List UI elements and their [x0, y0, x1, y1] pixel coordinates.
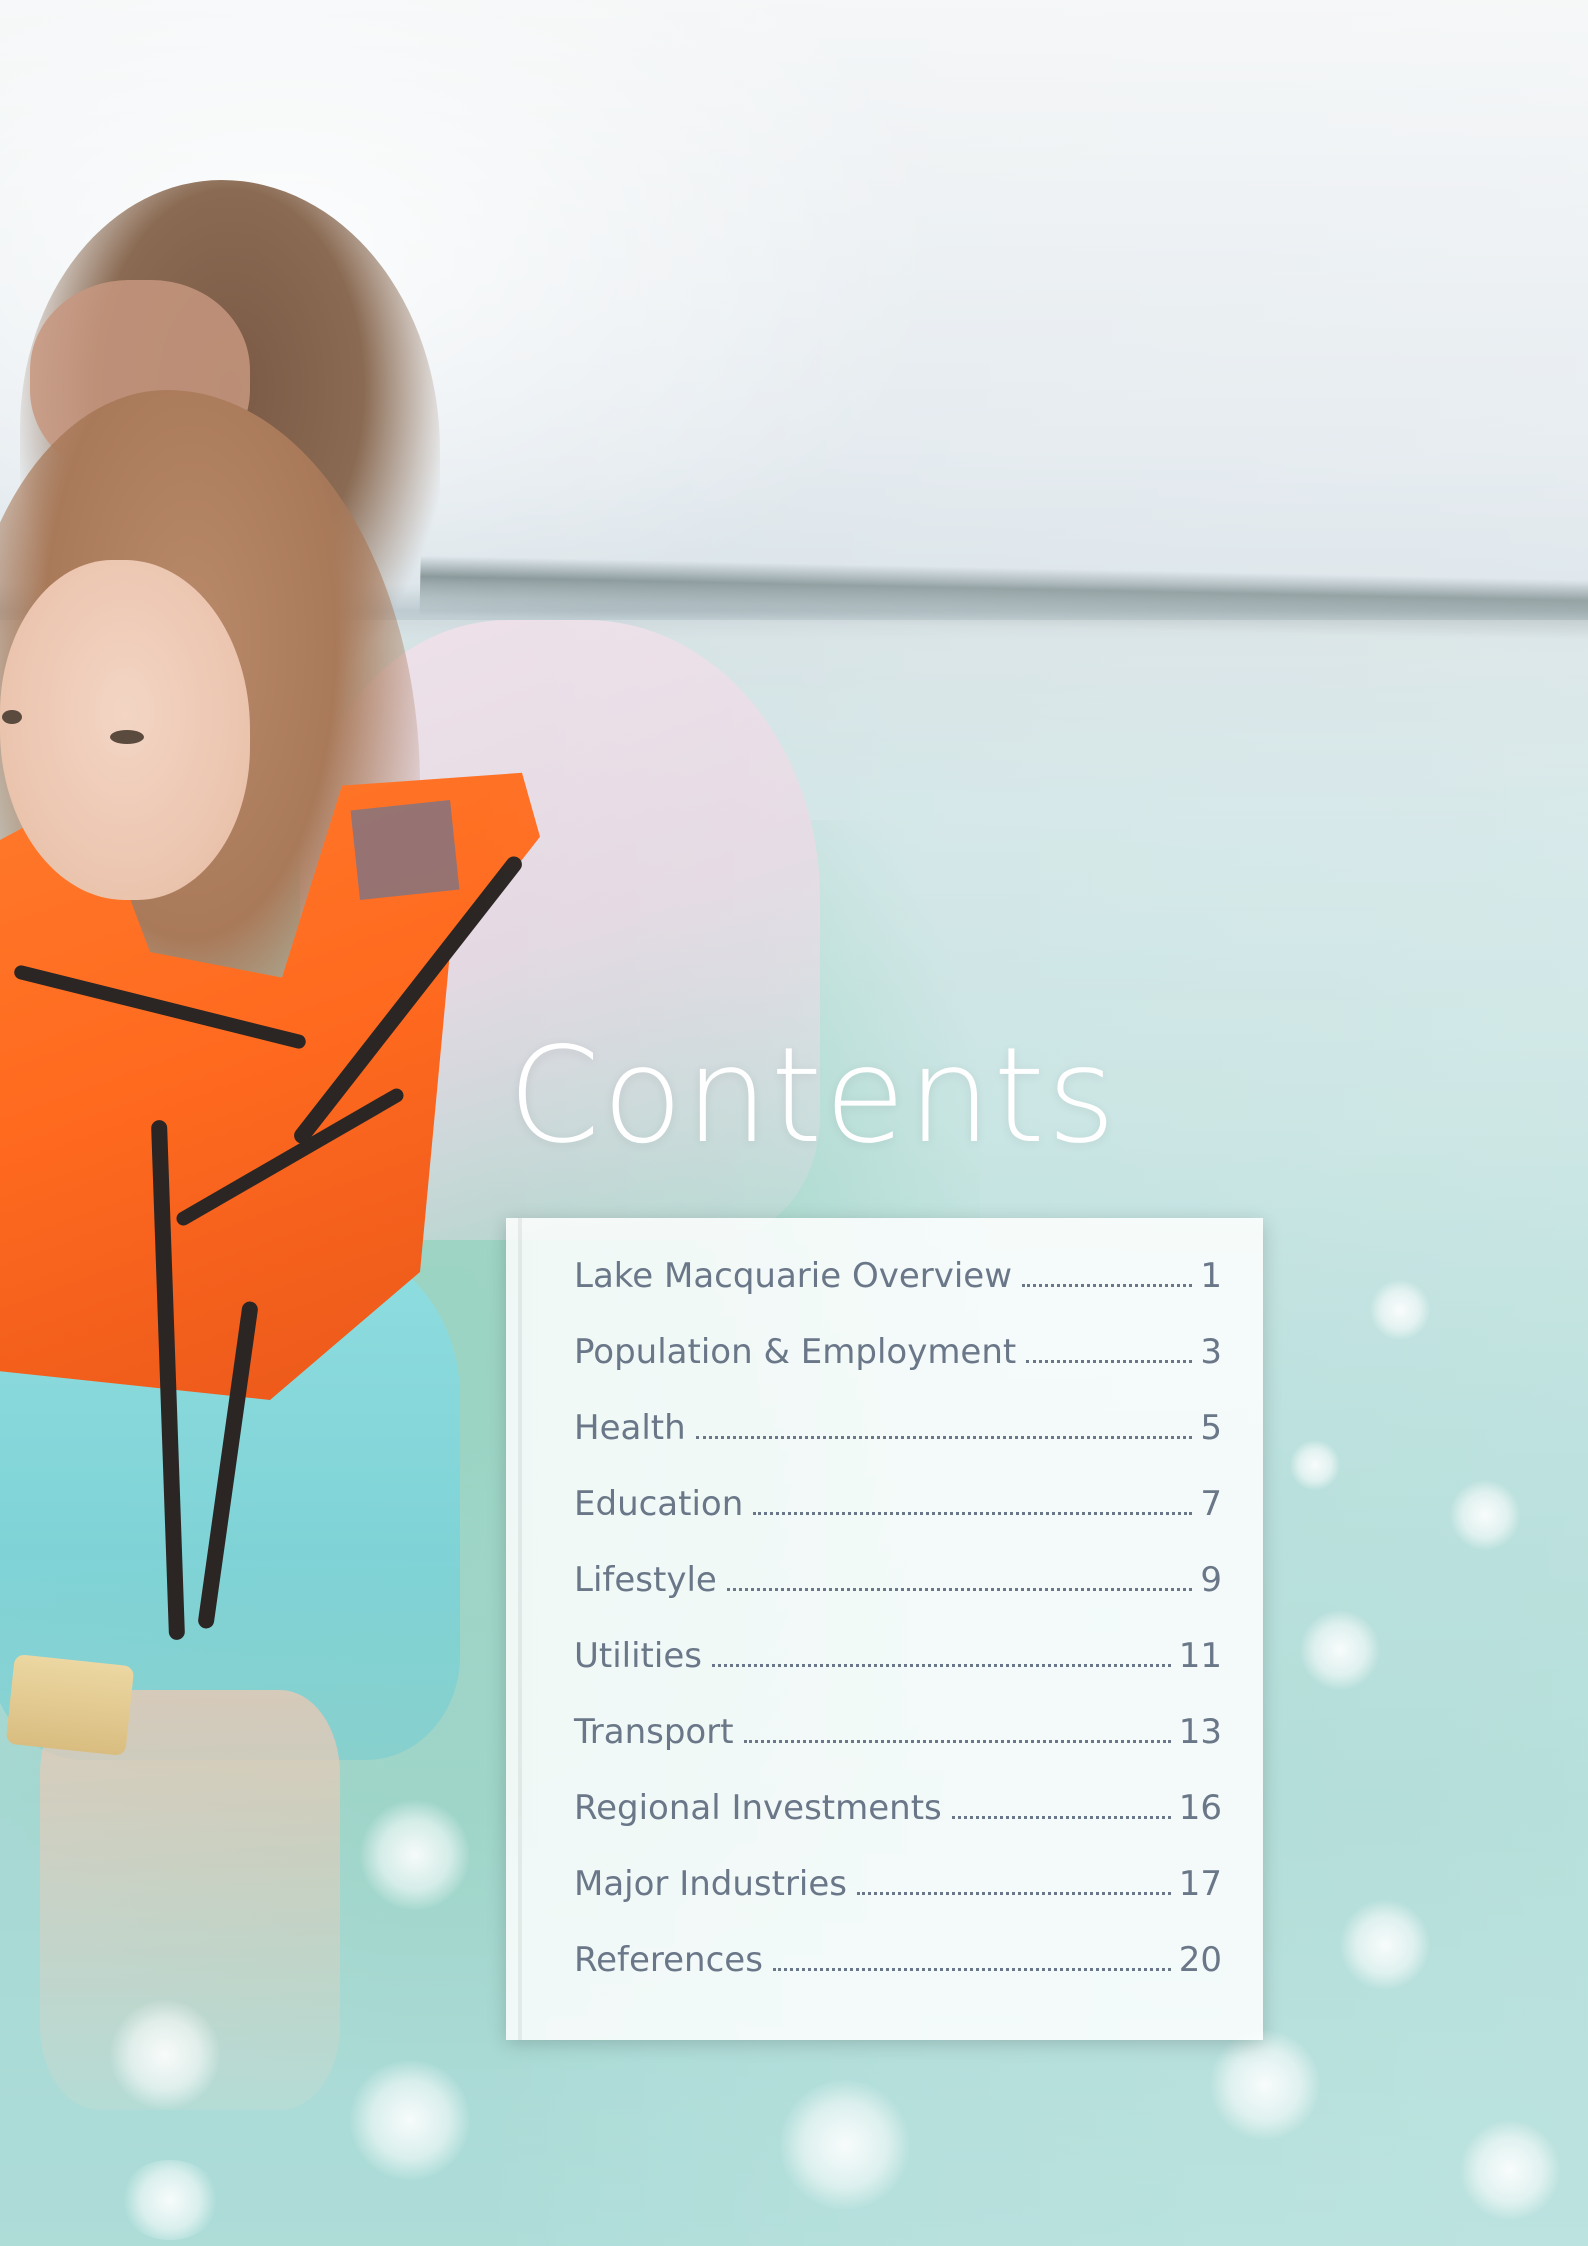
toc-entry-label: Lifestyle	[574, 1560, 717, 1600]
toc-leader-dots	[951, 1816, 1171, 1819]
toc-entry-page: 17	[1178, 1864, 1222, 1904]
toc-entry-label: Transport	[574, 1712, 734, 1752]
toc-entry-label: Utilities	[574, 1636, 702, 1676]
toc-leader-dots	[726, 1588, 1193, 1591]
page-title: Contents	[508, 1019, 1118, 1173]
toc-entry[interactable]: Major Industries 17	[574, 1864, 1222, 1940]
toc-entry[interactable]: Population & Employment 3	[574, 1332, 1222, 1408]
toc-leader-dots	[772, 1968, 1171, 1971]
toc-entry[interactable]: Education 7	[574, 1484, 1222, 1560]
toc-leader-dots	[1026, 1360, 1193, 1363]
toc-entry-label: Major Industries	[574, 1864, 848, 1904]
toc-leader-dots	[695, 1436, 1193, 1439]
toc-list: Lake Macquarie Overview 1 Population & E…	[574, 1256, 1222, 2016]
toc-entry[interactable]: Health 5	[574, 1408, 1222, 1484]
toc-entry[interactable]: Lifestyle 9	[574, 1560, 1222, 1636]
toc-entry-label: References	[574, 1940, 763, 1980]
toc-entry-label: Lake Macquarie Overview	[574, 1256, 1013, 1296]
toc-entry-label: Regional Investments	[574, 1788, 942, 1828]
toc-entry-page: 16	[1178, 1788, 1222, 1828]
toc-entry-page: 11	[1178, 1636, 1222, 1676]
toc-entry-page: 13	[1178, 1712, 1222, 1752]
toc-leader-dots	[711, 1664, 1171, 1667]
toc-entry-page: 5	[1200, 1408, 1222, 1448]
toc-entry-label: Health	[574, 1408, 686, 1448]
toc-entry[interactable]: References 20	[574, 1940, 1222, 2016]
toc-entry[interactable]: Lake Macquarie Overview 1	[574, 1256, 1222, 1332]
toc-entry-page: 3	[1200, 1332, 1222, 1372]
toc-entry-page: 1	[1200, 1256, 1222, 1296]
toc-entry-page: 7	[1200, 1484, 1222, 1524]
toc-entry-label: Population & Employment	[574, 1332, 1017, 1372]
toc-leader-dots	[743, 1740, 1171, 1743]
toc-leader-dots	[1022, 1284, 1193, 1287]
toc-entry-page: 9	[1200, 1560, 1222, 1600]
toc-leader-dots	[753, 1512, 1193, 1515]
toc-leader-dots	[857, 1892, 1171, 1895]
toc-entry[interactable]: Regional Investments 16	[574, 1788, 1222, 1864]
table-of-contents: Lake Macquarie Overview 1 Population & E…	[506, 1218, 1263, 2040]
toc-entry-page: 20	[1178, 1940, 1222, 1980]
toc-entry-label: Education	[574, 1484, 744, 1524]
toc-entry[interactable]: Utilities 11	[574, 1636, 1222, 1712]
toc-entry[interactable]: Transport 13	[574, 1712, 1222, 1788]
